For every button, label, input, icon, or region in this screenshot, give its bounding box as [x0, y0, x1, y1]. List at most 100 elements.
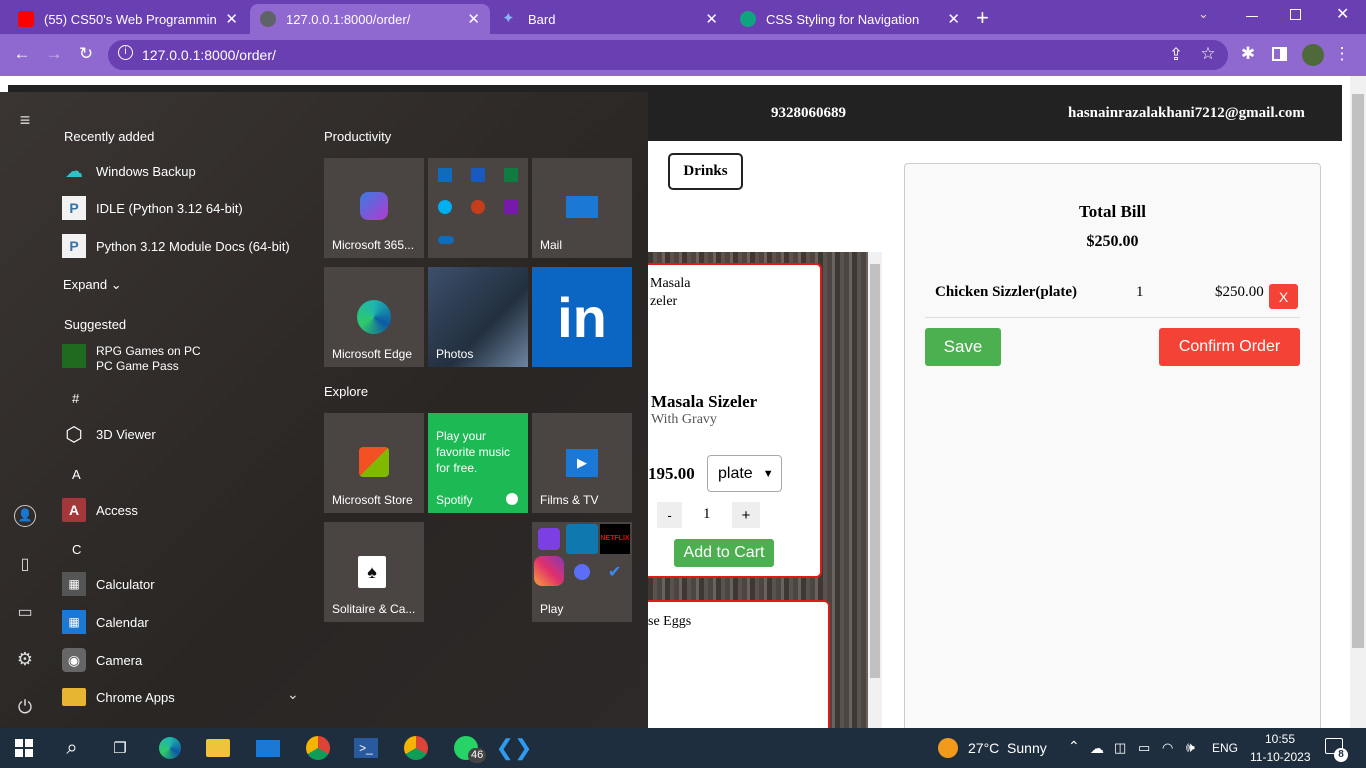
- app-idle[interactable]: P IDLE (Python 3.12 64-bit): [62, 193, 243, 223]
- volume-icon[interactable]: 🕪: [1186, 739, 1195, 756]
- qty-minus-button[interactable]: -: [657, 502, 682, 528]
- show-hidden-icons-chevron[interactable]: ⌃: [1068, 738, 1080, 755]
- tile-films-tv[interactable]: ▶ Films & TV: [532, 413, 632, 513]
- suggested-heading: Suggested: [64, 317, 127, 332]
- page-scrollbar[interactable]: [1350, 76, 1366, 728]
- clock-time[interactable]: 10:55: [1265, 732, 1295, 746]
- tile-solitaire[interactable]: ♠ Solitaire & Ca...: [324, 522, 424, 622]
- letter-header-c[interactable]: C: [72, 542, 81, 557]
- remove-item-button[interactable]: X: [1269, 284, 1298, 309]
- weather-text[interactable]: 27°C Sunny: [968, 740, 1047, 756]
- tab-css-styling[interactable]: CSS Styling for Navigation ✕: [730, 4, 970, 34]
- close-tab-icon[interactable]: ✕: [947, 10, 960, 28]
- user-account-icon[interactable]: 👤: [14, 505, 36, 527]
- share-icon[interactable]: ⇪: [1164, 45, 1188, 65]
- pictures-icon[interactable]: ▭: [14, 602, 36, 624]
- menu-scrollbar[interactable]: [868, 252, 882, 728]
- search-icon[interactable]: ⌕: [58, 734, 86, 762]
- site-info-icon[interactable]: i: [118, 45, 133, 60]
- close-tab-icon[interactable]: ✕: [705, 10, 718, 28]
- new-tab-button[interactable]: +: [976, 5, 989, 31]
- app-python-docs[interactable]: P Python 3.12 Module Docs (64-bit): [62, 231, 290, 261]
- tile-office-apps[interactable]: [428, 158, 528, 258]
- spotify-icon: [506, 493, 518, 505]
- app-label: Camera: [96, 652, 143, 668]
- chrome-icon[interactable]: [304, 734, 332, 762]
- close-tab-icon[interactable]: ✕: [467, 10, 480, 28]
- hamburger-menu-icon[interactable]: ≡: [14, 110, 36, 132]
- meet-now-icon[interactable]: ◫: [1114, 740, 1126, 756]
- menu-kebab-icon[interactable]: ⋮: [1330, 44, 1354, 64]
- extensions-icon[interactable]: ✱: [1236, 44, 1260, 64]
- suggested-line1: RPG Games on PC: [96, 344, 201, 358]
- tile-linkedin[interactable]: in: [532, 267, 632, 367]
- suggested-rpg-games[interactable]: RPG Games on PC PC Game Pass: [62, 344, 201, 374]
- tile-play-folder[interactable]: NETFLIX ✔ Play: [532, 522, 632, 622]
- scrollbar-thumb[interactable]: [870, 264, 880, 678]
- app-camera[interactable]: ◉ Camera: [62, 645, 142, 675]
- window-close-icon[interactable]: ✕: [1336, 4, 1349, 24]
- onedrive-tray-icon[interactable]: ☁: [1090, 740, 1104, 757]
- address-bar[interactable]: i 127.0.0.1:8000/order/: [108, 40, 1228, 70]
- app-label: Python 3.12 Module Docs (64-bit): [96, 238, 290, 254]
- reload-icon[interactable]: ↻: [74, 44, 98, 64]
- tab-title: 127.0.0.1:8000/order/: [286, 11, 411, 27]
- app-windows-backup[interactable]: ☁ Windows Backup: [62, 156, 196, 186]
- clock-date[interactable]: 11-10-2023: [1250, 750, 1311, 764]
- qty-plus-button[interactable]: +: [732, 502, 760, 528]
- mail-taskbar-icon[interactable]: [254, 734, 282, 762]
- file-explorer-icon[interactable]: [204, 734, 232, 762]
- confirm-order-button[interactable]: Confirm Order: [1159, 328, 1300, 366]
- wifi-icon[interactable]: ◠: [1162, 740, 1173, 756]
- letter-header-a[interactable]: A: [72, 467, 81, 482]
- linkedin-icon: in: [557, 285, 607, 349]
- bookmark-star-icon[interactable]: ☆: [1196, 44, 1220, 64]
- folder-chrome-apps[interactable]: Chrome Apps: [62, 682, 175, 712]
- power-icon[interactable]: ⏻: [14, 697, 36, 719]
- expand-button[interactable]: Expand ⌄: [63, 277, 122, 293]
- app-calculator[interactable]: ▦ Calculator: [62, 569, 155, 599]
- close-tab-icon[interactable]: ✕: [225, 10, 238, 28]
- forward-arrow-icon[interactable]: →: [42, 44, 66, 64]
- tile-photos[interactable]: Photos: [428, 267, 528, 367]
- tile-mail[interactable]: Mail: [532, 158, 632, 258]
- side-panel-icon[interactable]: [1272, 47, 1287, 61]
- app-access[interactable]: A Access: [62, 495, 138, 525]
- language-indicator[interactable]: ENG: [1212, 741, 1238, 755]
- app-3d-viewer[interactable]: ⬡ 3D Viewer: [62, 419, 155, 449]
- weather-sun-icon[interactable]: [938, 738, 958, 758]
- tile-microsoft-edge[interactable]: Microsoft Edge: [324, 267, 424, 367]
- tile-spotify[interactable]: Play your favorite music for free. Spoti…: [428, 413, 528, 513]
- chevron-down-icon[interactable]: ⌄: [287, 686, 299, 703]
- tab-youtube[interactable]: (55) CS50's Web Programming w ✕: [8, 4, 248, 34]
- unit-select-value: plate: [718, 464, 753, 482]
- documents-icon[interactable]: ▯: [14, 554, 36, 576]
- scrollbar-thumb[interactable]: [1352, 94, 1364, 648]
- powerpoint-icon: [471, 200, 485, 214]
- letter-header-hash[interactable]: #: [72, 391, 79, 406]
- drinks-category-button[interactable]: Drinks: [668, 153, 743, 190]
- tab-search-icon[interactable]: ⌄: [1198, 6, 1209, 22]
- edge-taskbar-icon[interactable]: [156, 734, 184, 762]
- task-view-icon[interactable]: ❐: [106, 734, 134, 762]
- battery-icon[interactable]: ▭: [1138, 740, 1150, 756]
- tab-bard[interactable]: ✦ Bard ✕: [492, 4, 728, 34]
- unit-select[interactable]: plate ▼: [707, 455, 782, 492]
- vscode-icon[interactable]: ❮❯: [496, 734, 533, 762]
- item-description: With Gravy: [651, 412, 717, 427]
- save-button[interactable]: Save: [925, 328, 1001, 366]
- windows-start-icon[interactable]: [10, 734, 38, 762]
- profile-avatar[interactable]: [1302, 44, 1324, 66]
- add-to-cart-button[interactable]: Add to Cart: [674, 539, 774, 567]
- tile-microsoft-365[interactable]: Microsoft 365...: [324, 158, 424, 258]
- back-arrow-icon[interactable]: ←: [10, 44, 34, 64]
- tile-microsoft-store[interactable]: Microsoft Store: [324, 413, 424, 513]
- tab-order[interactable]: 127.0.0.1:8000/order/ ✕: [250, 4, 490, 34]
- settings-gear-icon[interactable]: ⚙: [14, 649, 36, 671]
- chrome-profile-icon[interactable]: [402, 734, 430, 762]
- restore-icon[interactable]: [1290, 9, 1301, 20]
- powershell-icon[interactable]: >_: [352, 734, 380, 762]
- minimize-icon[interactable]: [1246, 16, 1258, 17]
- app-label: Chrome Apps: [96, 689, 175, 705]
- app-calendar[interactable]: ▦ Calendar: [62, 607, 149, 637]
